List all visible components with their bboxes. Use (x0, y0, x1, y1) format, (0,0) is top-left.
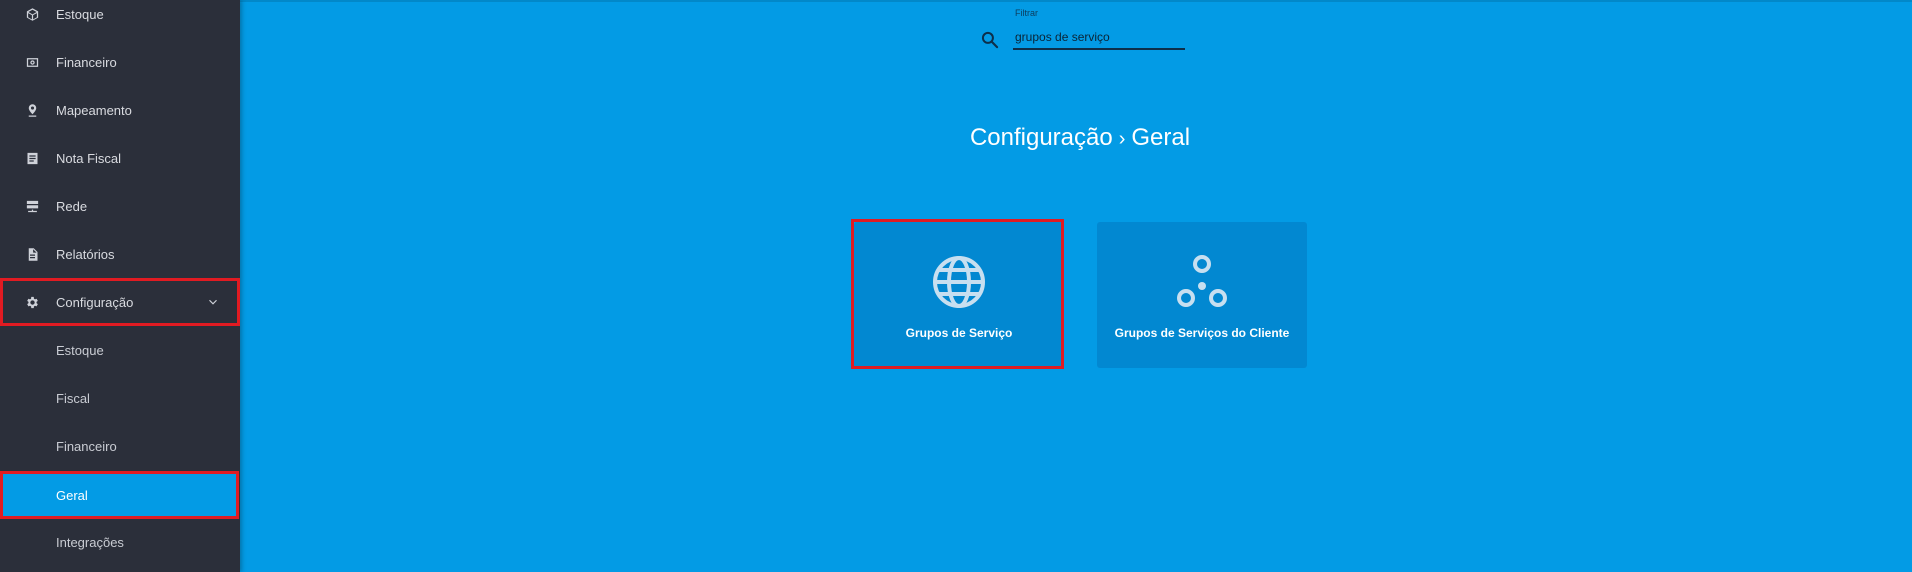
sidebar-item-label: Rede (56, 198, 88, 214)
sidebar-subitem-label: Financeiro (56, 438, 117, 454)
breadcrumb-parent: Configuração (969, 124, 1113, 151)
map-pin-icon (24, 102, 40, 118)
server-icon (24, 198, 40, 214)
sidebar-item-relatorios[interactable]: Relatórios (0, 230, 240, 278)
sidebar-subitem-geral[interactable]: Geral (0, 471, 239, 519)
top-border (240, 0, 1912, 2)
sidebar-item-financeiro[interactable]: Financeiro (0, 38, 240, 86)
sidebar-item-rede[interactable]: Rede (0, 182, 240, 230)
report-icon (24, 246, 40, 262)
sidebar-subitem-label: Fiscal (56, 390, 90, 406)
sidebar-subitem-fiscal[interactable]: Fiscal (0, 374, 240, 422)
sidebar-item-mapeamento[interactable]: Mapeamento (0, 86, 240, 134)
card-label: Grupos de Serviços do Cliente (1114, 326, 1290, 340)
sidebar-item-label: Estoque (56, 6, 104, 22)
filter-label: Filtrar (1015, 8, 1038, 18)
sidebar-subitem-label: Estoque (56, 342, 104, 358)
breadcrumb-current: Geral (1131, 124, 1191, 151)
sidebar-item-label: Configuração (56, 294, 134, 310)
money-icon (24, 54, 40, 70)
document-icon (24, 150, 40, 166)
chevron-down-icon (206, 295, 220, 309)
sidebar-item-label: Financeiro (56, 54, 117, 70)
sidebar: Estoque Financeiro Mapeamento Nota Fisca… (0, 0, 240, 572)
sidebar-item-label: Nota Fiscal (56, 150, 122, 166)
sidebar-subitem-label: Integrações (56, 534, 124, 550)
sidebar-subitem-financeiro[interactable]: Financeiro (0, 422, 240, 470)
box-icon (24, 6, 40, 22)
globe-icon (931, 254, 987, 310)
filter-search: Filtrar (980, 6, 1186, 52)
search-icon[interactable] (980, 30, 1002, 52)
sidebar-item-nota-fiscal[interactable]: Nota Fiscal (0, 134, 240, 182)
sidebar-subitem-estoque[interactable]: Estoque (0, 326, 240, 374)
breadcrumb-separator: › (1118, 128, 1126, 150)
sidebar-item-estoque[interactable]: Estoque (0, 0, 240, 38)
card-grupos-de-servico[interactable]: Grupos de Serviço (854, 222, 1064, 368)
filter-input[interactable] (1013, 26, 1185, 50)
sidebar-item-configuracao[interactable]: Configuração (0, 278, 240, 326)
gear-icon (24, 294, 40, 310)
group-circles-icon (1174, 254, 1230, 310)
sidebar-item-label: Relatórios (56, 246, 115, 262)
breadcrumb: Configuração › Geral (900, 124, 1260, 152)
sidebar-subitem-integracoes[interactable]: Integrações (0, 518, 240, 566)
card-label: Grupos de Serviço (905, 326, 1013, 340)
sidebar-subitem-label: Geral (56, 487, 88, 503)
card-grupos-de-servicos-do-cliente[interactable]: Grupos de Serviços do Cliente (1097, 222, 1307, 368)
sidebar-item-label: Mapeamento (56, 102, 132, 118)
